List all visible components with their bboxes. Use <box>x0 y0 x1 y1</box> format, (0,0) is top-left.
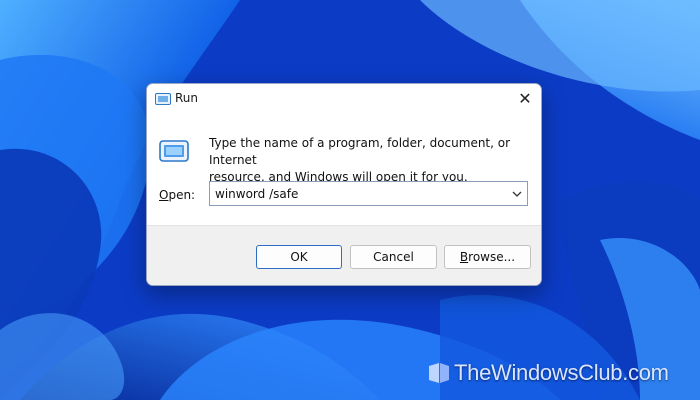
ok-button[interactable]: OK <box>256 245 342 269</box>
browse-button-label: rowse... <box>468 250 516 264</box>
window-title: Run <box>175 91 199 105</box>
browse-accelerator: B <box>459 250 469 264</box>
cancel-button-label: Cancel <box>373 250 414 264</box>
ok-button-label: OK <box>290 250 308 264</box>
title-bar[interactable]: Run ✕ <box>147 84 541 114</box>
instruction-line-1: Type the name of a program, folder, docu… <box>209 136 511 167</box>
site-watermark: TheWindowsClub.com <box>428 358 669 388</box>
chevron-down-icon[interactable] <box>511 188 523 200</box>
open-label: Open: <box>159 188 195 202</box>
button-bar: OK Cancel Browse... <box>147 225 541 285</box>
open-combobox[interactable] <box>209 181 528 206</box>
open-label-text: pen: <box>168 188 196 202</box>
browse-button[interactable]: Browse... <box>444 245 531 269</box>
close-icon: ✕ <box>518 91 532 108</box>
watermark-text: TheWindowsClub.com <box>454 360 669 385</box>
run-program-icon <box>159 140 189 162</box>
run-dialog: Run ✕ Type the name of a program, folder… <box>146 83 542 286</box>
open-input[interactable] <box>210 182 505 205</box>
run-app-icon <box>155 93 171 105</box>
cancel-button[interactable]: Cancel <box>350 245 437 269</box>
close-button[interactable]: ✕ <box>509 84 541 114</box>
instruction-text: Type the name of a program, folder, docu… <box>209 135 529 186</box>
windows-club-logo-icon <box>429 363 449 383</box>
